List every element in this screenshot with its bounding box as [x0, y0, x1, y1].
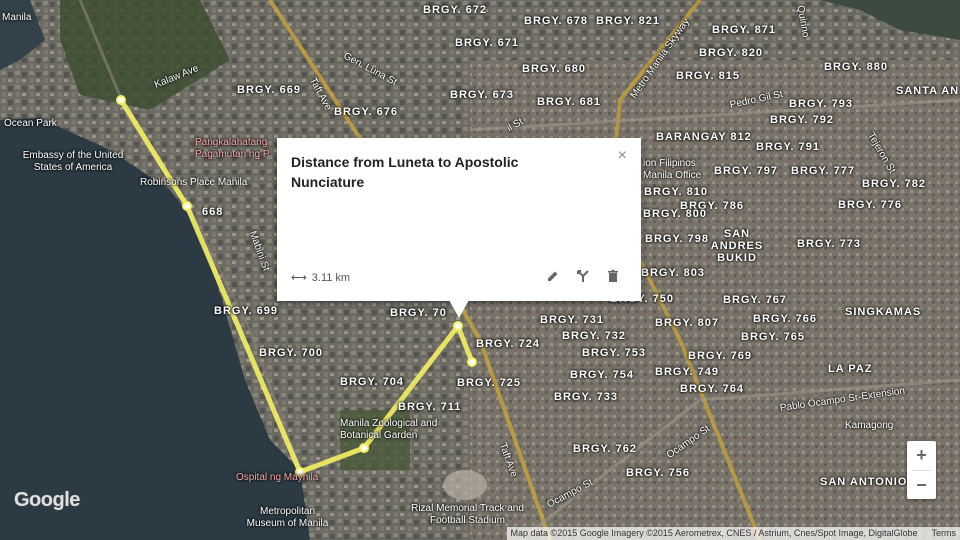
brgy-label: BRGY. 676	[334, 106, 399, 118]
brgy-label: BRGY. 672	[423, 4, 488, 16]
directions-fork-icon[interactable]	[575, 268, 591, 284]
distance-readout: ⟷ 3.11 km	[291, 271, 350, 284]
brgy-label: BRGY. 880	[824, 61, 889, 73]
place-barangay-812: BARANGAY 812	[656, 131, 752, 143]
route-end-point	[467, 357, 477, 367]
brgy-label: BRGY. 798	[645, 233, 710, 245]
brgy-label: BRGY. 678	[524, 15, 589, 27]
brgy-label: BRGY. 671	[455, 37, 520, 49]
brgy-label: BRGY. 773	[797, 238, 862, 250]
brgy-label: BRGY. 749	[655, 366, 720, 378]
place-la-paz: LA PAZ	[828, 363, 873, 375]
place-san-antonio: SAN ANTONIO	[820, 476, 908, 488]
place-filipinos-office: ion Filipinos Manila Office	[643, 158, 702, 181]
terms-link[interactable]: Terms	[932, 527, 957, 540]
brgy-label: BRGY. 815	[676, 70, 741, 82]
brgy-label: BRGY. 871	[712, 24, 777, 36]
close-icon[interactable]: ×	[618, 147, 627, 165]
brgy-label: BRGY. 70	[390, 307, 447, 319]
brgy-label: BRGY. 733	[554, 391, 619, 403]
zoom-out-button[interactable]: −	[907, 471, 936, 500]
brgy-label: BRGY. 669	[237, 84, 302, 96]
brgy-label: BRGY. 764	[680, 383, 745, 395]
place-robinsons: Robinsons Place Manila	[140, 177, 248, 188]
brgy-label: BRGY. 776	[838, 199, 903, 211]
measure-arrow-icon: ⟷	[291, 272, 307, 284]
brgy-label: BRGY. 724	[476, 338, 541, 350]
place-kamagong: Kamagong	[845, 420, 894, 431]
brgy-label: BRGY. 777	[791, 165, 856, 177]
zoom-control: + −	[907, 441, 936, 499]
place-metropolitan: Metropolitan Museum of Manila	[246, 506, 329, 529]
place-santa-ana: SANTA AN	[896, 85, 960, 97]
brgy-label: BRGY. 756	[626, 467, 691, 479]
zoom-in-button[interactable]: +	[907, 441, 936, 470]
place-embassy: Embassy of the United States of America	[22, 150, 124, 173]
brgy-label: BRGY. 673	[450, 89, 515, 101]
brgy-label: BRGY. 800	[643, 208, 708, 220]
brgy-label: BRGY. 807	[655, 317, 720, 329]
place-ocean-park: Ocean Park	[4, 118, 57, 129]
brgy-label: BRGY. 711	[398, 401, 462, 413]
brgy-label: BRGY. 725	[457, 377, 522, 389]
brgy-label: BRGY. 754	[570, 369, 635, 381]
place-singkamas: SINGKAMAS	[845, 306, 922, 318]
brgy-label: BRGY. 681	[537, 96, 602, 108]
brgy-label: BRGY. 810	[644, 186, 709, 198]
brgy-label: BRGY. 769	[688, 350, 753, 362]
brgy-label: BRGY. 792	[770, 114, 835, 126]
edit-pencil-icon[interactable]	[545, 268, 561, 284]
brgy-label: 668	[202, 206, 224, 218]
brgy-label: BRGY. 791	[756, 141, 821, 153]
brgy-label: BRGY. 753	[582, 347, 647, 359]
brgy-label: BRGY. 762	[573, 443, 638, 455]
place-rizal-stadium: Rizal Memorial Track and Football Stadiu…	[411, 503, 524, 526]
brgy-label: BRGY. 765	[741, 331, 806, 343]
attribution-bar: Map data ©2015 Google Imagery ©2015 Aero…	[506, 527, 960, 540]
place-ospital: Ospital ng Maynila	[236, 472, 319, 483]
popup-toolbar	[545, 268, 621, 284]
brgy-label: BRGY. 704	[340, 376, 405, 388]
place-pangkalahatang: Pangkalahatang Pagamutan ng P	[195, 137, 270, 160]
distance-value: 3.11 km	[311, 272, 351, 284]
place-manila-garden: Manila Zoological and Botanical Garden	[340, 418, 438, 441]
brgy-label: BRGY. 680	[522, 63, 587, 75]
brgy-label: BRGY. 699	[214, 305, 279, 317]
place-manila: Manila	[2, 12, 32, 23]
trash-icon[interactable]	[605, 268, 621, 284]
brgy-label: BRGY. 821	[596, 15, 661, 27]
brgy-label: BRGY. 732	[562, 330, 627, 342]
brgy-label: BRGY. 731	[540, 314, 605, 326]
measure-popup: Distance from Luneta to Apostolic Nuncia…	[277, 138, 641, 301]
brgy-label: BRGY. 797	[714, 165, 779, 177]
popup-title: Distance from Luneta to Apostolic Nuncia…	[291, 154, 519, 190]
google-logo: Google	[14, 489, 80, 511]
brgy-label: BRGY. 803	[641, 267, 706, 279]
attribution-text: Map data ©2015 Google Imagery ©2015 Aero…	[510, 528, 918, 538]
route-start-point	[116, 95, 126, 105]
brgy-label: BRGY. 820	[699, 47, 764, 59]
brgy-label: BRGY. 767	[723, 294, 788, 306]
place-san-andres: SAN ANDRES BUKID	[710, 228, 764, 264]
brgy-label: BRGY. 766	[753, 313, 818, 325]
brgy-label: BRGY. 700	[259, 347, 324, 359]
brgy-label: BRGY. 782	[862, 178, 927, 190]
popup-pointer	[449, 300, 469, 318]
brgy-label: BRGY. 793	[789, 98, 854, 110]
